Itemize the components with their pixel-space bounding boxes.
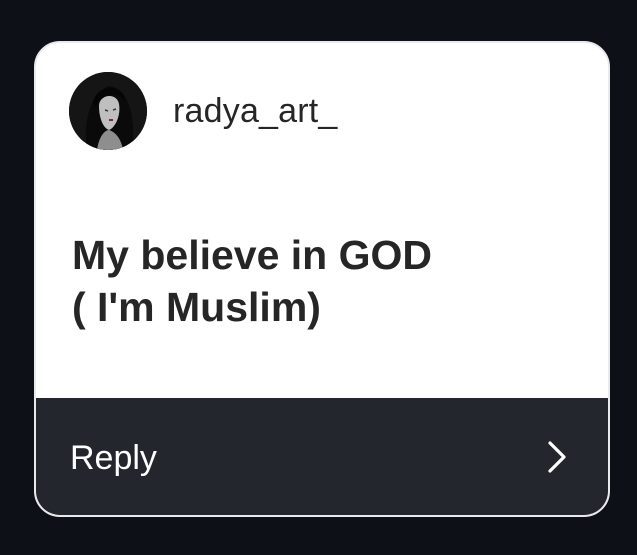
- username[interactable]: radya_art_: [173, 92, 338, 131]
- question-line-1: My believe in GOD: [72, 232, 432, 278]
- question-line-2: ( I'm Muslim): [72, 284, 321, 330]
- reply-button[interactable]: Reply: [36, 398, 608, 515]
- avatar-image: [69, 72, 147, 150]
- card-header: radya_art_: [36, 43, 608, 183]
- question-text: My believe in GOD ( I'm Muslim): [72, 229, 572, 333]
- question-sticker-card: radya_art_ My believe in GOD ( I'm Musli…: [34, 41, 610, 517]
- avatar[interactable]: [69, 72, 147, 150]
- chevron-right-icon: [548, 441, 566, 473]
- reply-label: Reply: [70, 439, 157, 477]
